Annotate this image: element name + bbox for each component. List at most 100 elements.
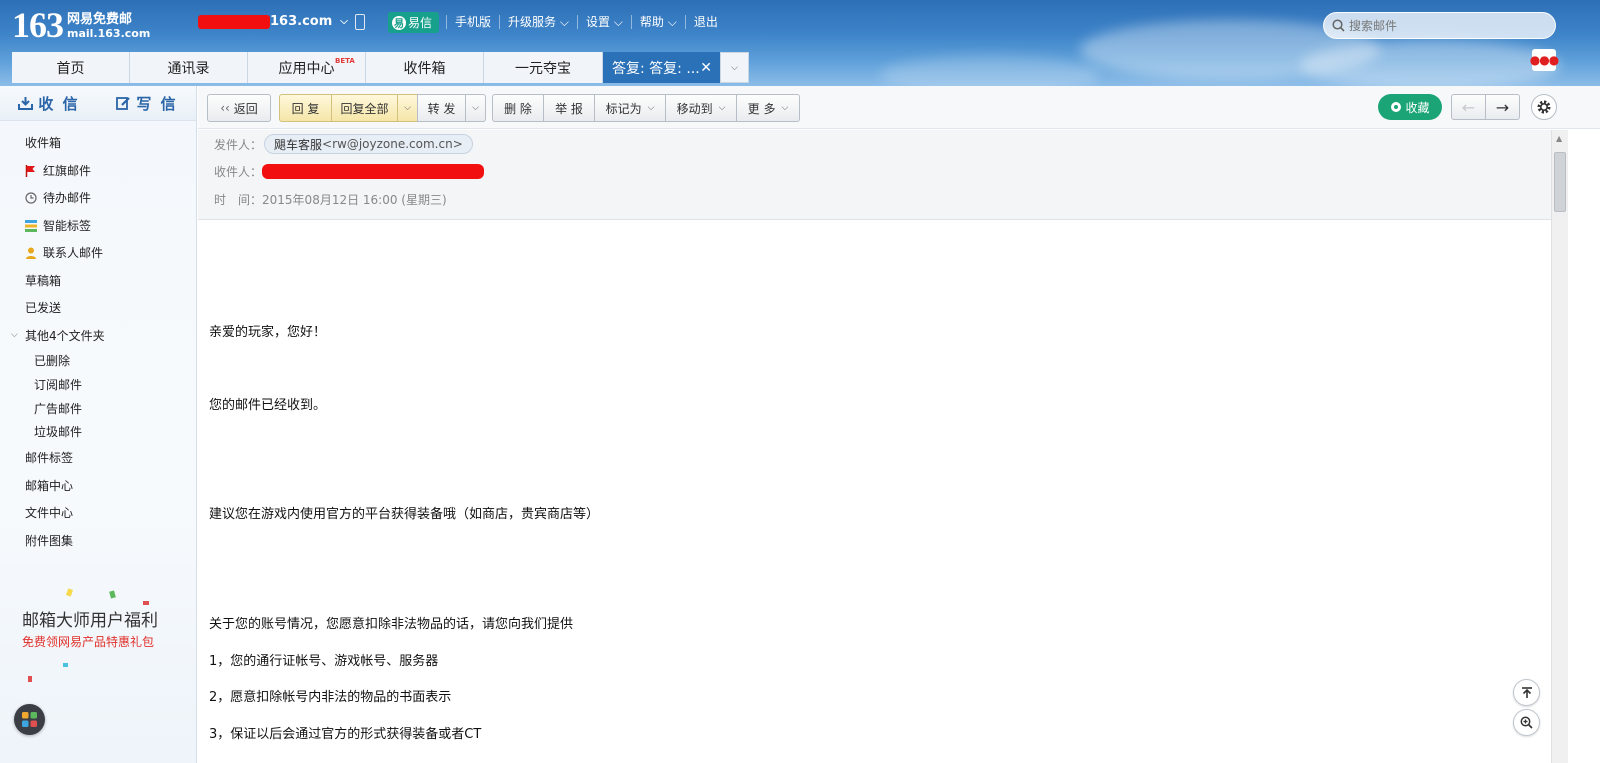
confetti-decoration	[28, 676, 32, 682]
body-line: 亲爱的玩家，您好！	[209, 325, 327, 340]
scroll-up-icon[interactable]: ▲	[1556, 134, 1562, 143]
report-button[interactable]: 举 报	[543, 94, 595, 122]
search-box[interactable]	[1323, 12, 1556, 39]
tab-inbox[interactable]: 收件箱	[366, 52, 484, 83]
body-line: 建议您在游戏内使用官方的平台获得装备哦（如商店，贵宾商店等）	[209, 507, 600, 522]
promo-banner[interactable]: 邮箱大师用户福利 免费领网易产品特惠礼包	[22, 606, 158, 650]
sender-address: <rw@joyzone.com.cn>	[322, 137, 463, 151]
zoom-button[interactable]	[1513, 709, 1540, 736]
more-menu-icon[interactable]: ●●●	[1530, 49, 1559, 71]
sidebar-item-other-folders[interactable]: ⌵ 其他4个文件夹	[0, 322, 196, 350]
chevron-down-icon: ⌵	[340, 16, 348, 27]
nav-mobile[interactable]: 手机版	[446, 15, 499, 29]
sidebar-item-contact-mail[interactable]: 联系人邮件	[0, 239, 196, 267]
sidebar-item-mail-tags[interactable]: 邮件标签	[0, 444, 196, 472]
sidebar-item-inbox[interactable]: 收件箱	[0, 129, 196, 157]
sidebar-item-flagged[interactable]: 红旗邮件	[0, 157, 196, 185]
mail-body: 亲爱的玩家，您好！ 您的邮件已经收到。 建议您在游戏内使用官方的平台获得装备哦（…	[198, 221, 1551, 763]
chevron-down-icon: ⌵	[472, 103, 479, 113]
body-line: 关于您的账号情况，您愿意扣除非法物品的话，请您向我们提供	[209, 617, 574, 632]
favorite-button[interactable]: 收藏	[1378, 94, 1442, 120]
tab-contacts[interactable]: 通讯录	[130, 52, 248, 83]
back-to-top-button[interactable]	[1513, 679, 1540, 706]
scroll-thumb[interactable]	[1554, 152, 1566, 212]
chevron-down-icon: ⌵	[647, 103, 655, 113]
forward-dropdown[interactable]: ⌵	[465, 94, 486, 122]
nav-settings[interactable]: 设置 ⌵	[576, 15, 631, 29]
confetti-decoration	[109, 590, 116, 599]
nav-logout[interactable]: 退出	[684, 15, 726, 29]
sidebar-item-file-center[interactable]: 文件中心	[0, 499, 196, 527]
gear-icon	[1537, 100, 1551, 114]
logo-name: 网易免费邮	[67, 12, 133, 27]
reply-all-button[interactable]: 回复全部	[331, 94, 398, 122]
tab-one-yuan[interactable]: 一元夺宝	[484, 52, 603, 83]
from-row: 发件人： 飓车客服 <rw@joyzone.com.cn>	[214, 134, 473, 154]
delete-button[interactable]: 删 除	[492, 94, 544, 122]
arrow-right-icon: →	[1495, 97, 1510, 117]
beta-badge: BETA	[335, 57, 355, 65]
time-label: 时 间：	[214, 193, 263, 207]
to-top-icon	[1521, 686, 1532, 698]
scrollbar[interactable]: ▲	[1551, 130, 1568, 763]
search-input[interactable]	[1349, 18, 1539, 33]
confetti-decoration	[65, 588, 74, 597]
top-nav: 手机版 升级服务 ⌵ 设置 ⌵ 帮助 ⌵ 退出	[446, 15, 726, 29]
sidebar-item-drafts[interactable]: 草稿箱	[0, 267, 196, 295]
to-label: 收件人：	[214, 165, 263, 179]
redacted-recipient	[262, 164, 485, 179]
sidebar-item-spam[interactable]: 垃圾邮件	[0, 420, 196, 444]
sidebar: 收 信 写 信 收件箱 红旗邮件 待办邮件 智能标签 联系人邮件 草稿箱 已发送…	[0, 86, 197, 763]
logo[interactable]: 163 网易免费邮 mail.163.com	[12, 7, 151, 43]
next-mail-button[interactable]: →	[1485, 94, 1520, 120]
sidebar-item-deleted[interactable]: 已删除	[0, 349, 196, 373]
chevron-down-icon: ⌵	[718, 103, 726, 113]
mark-as-button[interactable]: 标记为 ⌵	[594, 94, 666, 122]
sender-name: 飓车客服	[274, 137, 323, 152]
sender-chip[interactable]: 飓车客服 <rw@joyzone.com.cn>	[264, 134, 473, 154]
red-flag-icon	[25, 164, 35, 177]
sidebar-item-subscriptions[interactable]: 订阅邮件	[0, 373, 196, 397]
yixin-button[interactable]: 易 易信	[388, 12, 439, 33]
sidebar-item-sent[interactable]: 已发送	[0, 294, 196, 322]
sidebar-item-smart-tags[interactable]: 智能标签	[0, 212, 196, 240]
sidebar-item-mail-center[interactable]: 邮箱中心	[0, 471, 196, 499]
more-button[interactable]: 更 多 ⌵	[736, 94, 800, 122]
chevron-down-icon: ⌵	[404, 103, 411, 113]
sidebar-item-attachments[interactable]: 附件图集	[0, 526, 196, 554]
receive-mail-button[interactable]: 收 信	[0, 86, 98, 120]
compose-mail-button[interactable]: 写 信	[98, 86, 196, 120]
yixin-icon: 易	[392, 15, 406, 30]
app-grid-button[interactable]	[14, 704, 45, 735]
promo-subtitle: 免费领网易产品特惠礼包	[22, 635, 155, 649]
forward-button[interactable]: 转 发	[417, 94, 466, 122]
account-menu[interactable]: 163.com ⌵	[198, 14, 348, 29]
arrow-left-icon: ←	[1461, 97, 1476, 117]
tab-app-center[interactable]: 应用中心 BETA	[248, 52, 366, 83]
chevron-down-icon[interactable]: ⌵	[11, 330, 18, 340]
yixin-label: 易信	[408, 16, 433, 30]
reply-dropdown[interactable]: ⌵	[397, 94, 418, 122]
settings-button[interactable]	[1531, 94, 1557, 120]
clock-icon	[25, 192, 37, 204]
sidebar-item-todo[interactable]: 待办邮件	[0, 184, 196, 212]
tab-more-dropdown[interactable]: ⌵	[721, 52, 749, 83]
close-icon[interactable]: ✕	[700, 60, 712, 76]
logo-url: mail.163.com	[67, 27, 151, 40]
nav-help[interactable]: 帮助 ⌵	[630, 15, 685, 29]
previous-mail-button[interactable]: ←	[1451, 94, 1486, 120]
apps-icon	[22, 712, 37, 727]
body-line: 2，愿意扣除帐号内非法的物品的书面表示	[209, 690, 452, 705]
chevron-down-icon: ⌵	[781, 103, 789, 113]
redacted-account-name	[198, 14, 270, 29]
mail-header: 发件人： 飓车客服 <rw@joyzone.com.cn> 收件人： 时 间： …	[198, 130, 1551, 220]
move-to-button[interactable]: 移动到 ⌵	[665, 94, 737, 122]
tab-home[interactable]: 首页	[12, 52, 130, 83]
phone-icon[interactable]	[355, 14, 365, 30]
back-button[interactable]: ‹‹ 返回	[207, 94, 271, 122]
sidebar-item-ads[interactable]: 广告邮件	[0, 396, 196, 420]
nav-upgrade[interactable]: 升级服务 ⌵	[499, 15, 577, 29]
tags-icon	[25, 219, 37, 232]
reply-button[interactable]: 回 复	[279, 94, 332, 122]
tab-current-mail[interactable]: 答复: 答复: ... ✕	[603, 52, 721, 83]
